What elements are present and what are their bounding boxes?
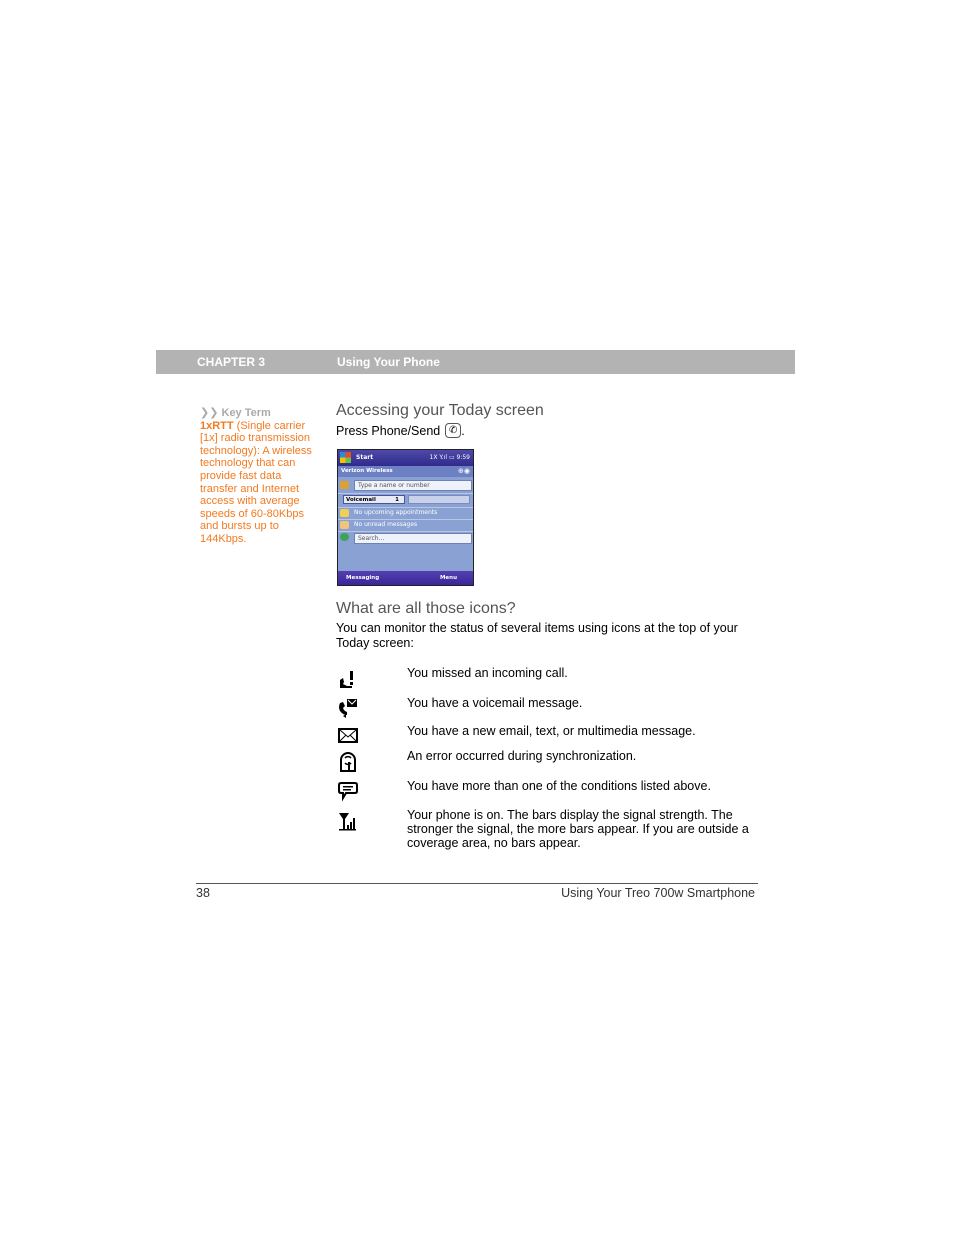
- icon-description: An error occurred during synchronization…: [407, 749, 637, 763]
- icon-description: You have a voicemail message.: [407, 696, 583, 710]
- voicemail-row: Voicemail 1: [338, 493, 473, 508]
- status-icons: 1X Y.ıl ▭ 9:59: [429, 454, 470, 461]
- inbox-icon: [340, 521, 349, 529]
- speech-bubble-icon: [338, 782, 358, 802]
- section-heading-icons: What are all those icons?: [336, 600, 516, 617]
- signal-strength-icon: [339, 813, 356, 831]
- key-term-sidebar: ❯❯ Key Term 1xRTT (Single carrier [1x] r…: [200, 407, 318, 546]
- messages-text: No unread messages: [354, 521, 418, 528]
- calendar-icon: [340, 509, 349, 517]
- carrier-row: Verizon Wireless ⊕◉: [338, 466, 473, 477]
- key-term-marker-icon: ❯❯: [200, 407, 219, 419]
- connection-icons: ⊕◉: [458, 467, 470, 475]
- instruction-period: .: [461, 423, 465, 438]
- instruction-text: Press Phone/Send ✆ .: [336, 423, 465, 438]
- today-screen-screenshot: Start 1X Y.ıl ▭ 9:59 Verizon Wireless ⊕◉…: [337, 449, 474, 586]
- icon-description: You missed an incoming call.: [407, 666, 568, 680]
- key-term-definition: (Single carrier [1x] radio transmission …: [200, 419, 312, 545]
- icon-description: You have a new email, text, or multimedi…: [407, 724, 696, 738]
- footer-divider: [196, 883, 758, 884]
- icon-description: You have more than one of the conditions…: [407, 779, 711, 793]
- voicemail-icon: [339, 699, 357, 718]
- section-heading-today-screen: Accessing your Today screen: [336, 402, 544, 419]
- envelope-icon: [338, 728, 358, 743]
- windows-logo-icon: [340, 452, 351, 463]
- globe-icon: [340, 533, 349, 541]
- start-button: Start: [356, 454, 374, 461]
- voicemail-button: Voicemail 1: [343, 495, 405, 504]
- icons-intro-text: You can monitor the status of several it…: [336, 621, 738, 650]
- soft-key-menu: Menu: [439, 575, 457, 581]
- soft-key-messaging: Messaging: [346, 575, 380, 581]
- key-term-word: 1xRTT: [200, 419, 234, 432]
- sync-error-icon: [340, 752, 356, 772]
- voicemail-label: Voicemail: [346, 497, 376, 503]
- chapter-title: Using Your Phone: [337, 355, 440, 369]
- book-title: Using Your Treo 700w Smartphone: [561, 886, 755, 900]
- search-input: Search...: [354, 533, 472, 544]
- dial-row: Type a name or number: [338, 477, 473, 494]
- dial-input: Type a name or number: [354, 480, 472, 491]
- appointments-text: No upcoming appointments: [354, 509, 438, 516]
- soft-key-bar: Messaging Menu: [338, 571, 473, 585]
- phone-send-icon: ✆: [445, 423, 462, 438]
- contacts-icon: [340, 481, 349, 489]
- icon-description: Your phone is on. The bars display the s…: [407, 808, 749, 850]
- page-number: 38: [196, 886, 210, 900]
- search-row: Search...: [338, 531, 473, 545]
- chapter-label: CHAPTER 3: [197, 355, 266, 369]
- voicemail-bar: [408, 495, 470, 504]
- carrier-name: Verizon Wireless: [341, 468, 393, 474]
- key-term-heading: Key Term: [221, 407, 271, 419]
- title-bar: Start 1X Y.ıl ▭ 9:59: [338, 450, 473, 466]
- missed-call-icon: [340, 671, 353, 688]
- instruction-label: Press Phone/Send: [336, 423, 441, 438]
- voicemail-count: 1: [395, 497, 399, 503]
